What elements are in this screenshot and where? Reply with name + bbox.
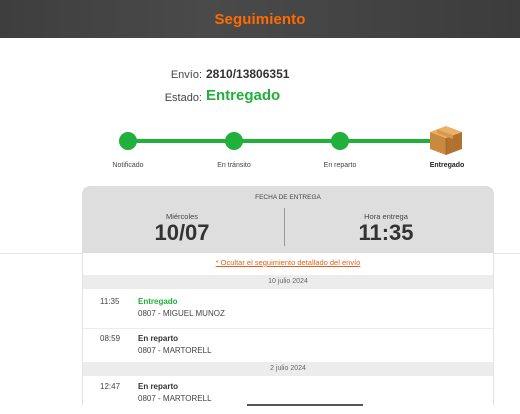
hide-detail-link[interactable]: * Ocultar el seguimiento detallado del e… bbox=[83, 258, 493, 267]
event-time: 08:59 bbox=[100, 334, 121, 343]
event-status: En reparto bbox=[138, 382, 179, 391]
package-box-icon bbox=[430, 126, 462, 155]
delivery-time-column: Hora entrega 11:35 bbox=[286, 212, 486, 244]
card-divider bbox=[284, 208, 285, 246]
event-status: Entregado bbox=[138, 297, 178, 306]
delivery-time: 11:35 bbox=[358, 220, 414, 245]
page-header: Seguimiento bbox=[0, 0, 520, 38]
page-title: Seguimiento bbox=[214, 10, 306, 28]
progress-track bbox=[128, 139, 444, 143]
tracking-progress: Notificado En tránsito En reparto Entreg… bbox=[0, 122, 520, 178]
shipment-label: Envío: bbox=[170, 69, 202, 81]
tracking-event-row: 08:59 En reparto 0807 - MARTORELL bbox=[83, 326, 493, 366]
shipment-number-row: Envío: 2810/13806351 bbox=[0, 66, 520, 84]
step-label-notificado: Notificado bbox=[112, 162, 144, 169]
event-time: 12:47 bbox=[100, 382, 121, 391]
step-label-entregado: Entregado bbox=[429, 162, 465, 169]
event-place: 0807 - MARTORELL bbox=[138, 394, 212, 403]
event-place: 0807 - MARTORELL bbox=[138, 346, 212, 355]
tracking-event-row: 11:35 Entregado 0807 - MIGUEL MUNOZ bbox=[83, 289, 493, 329]
step-label-en-reparto: En reparto bbox=[323, 162, 357, 169]
step-dot-en-transito bbox=[225, 132, 243, 150]
delivery-date-column: Miércoles 10/07 bbox=[82, 212, 282, 244]
delivery-heading: FECHA DE ENTREGA bbox=[255, 194, 321, 201]
shipment-state-row: Estado: Entregado bbox=[0, 87, 520, 107]
date-group-header: 10 julio 2024 bbox=[83, 275, 493, 289]
event-place: 0807 - MIGUEL MUNOZ bbox=[138, 309, 225, 318]
tracking-detail-panel: * Ocultar el seguimiento detallado del e… bbox=[82, 253, 494, 406]
shipment-number: 2810/13806351 bbox=[206, 67, 290, 81]
state-value: Entregado bbox=[206, 87, 281, 104]
state-label: Estado: bbox=[164, 92, 202, 104]
step-dot-notificado bbox=[119, 132, 137, 150]
delivery-date: 10/07 bbox=[154, 220, 210, 245]
step-dot-en-reparto bbox=[331, 132, 349, 150]
tracking-event-row: 12:47 En reparto 0807 - MARTORELL bbox=[83, 374, 493, 414]
event-status: En reparto bbox=[138, 334, 179, 343]
delivery-date-card: FECHA DE ENTREGA Miércoles 10/07 Hora en… bbox=[82, 186, 494, 253]
event-time: 11:35 bbox=[100, 297, 120, 306]
step-label-en-transito: En tránsito bbox=[217, 162, 251, 169]
